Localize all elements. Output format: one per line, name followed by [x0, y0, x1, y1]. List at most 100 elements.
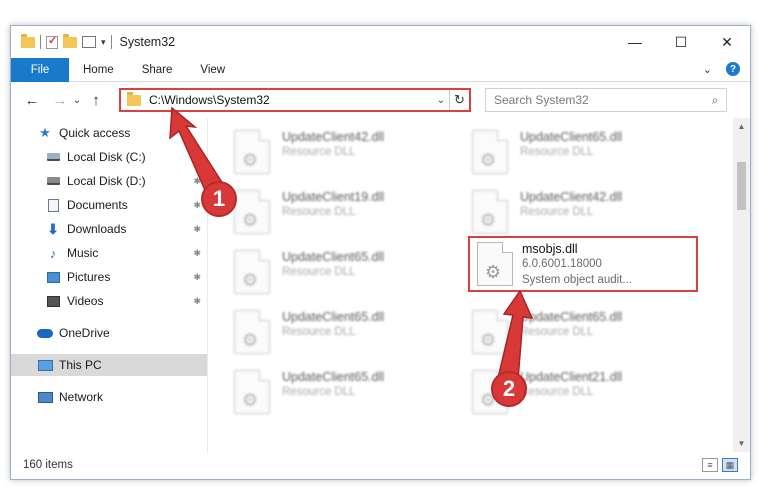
- pin-icon[interactable]: ✱: [193, 248, 201, 259]
- file-name: UpdateClient42.dll: [282, 130, 385, 144]
- pin-icon[interactable]: ✱: [193, 272, 201, 283]
- sidebar-item-downloads[interactable]: ⬇ Downloads ✱: [11, 218, 207, 240]
- cloud-icon: [37, 326, 53, 340]
- dll-file-icon: ⚙: [234, 370, 270, 414]
- pin-icon[interactable]: ✱: [193, 152, 201, 163]
- sidebar-item-label: Local Disk (C:): [67, 150, 146, 164]
- address-path[interactable]: C:\Windows\System32: [149, 93, 433, 107]
- sidebar-item-label: Local Disk (D:): [67, 174, 146, 188]
- item-count: 160 items: [23, 459, 73, 471]
- pin-icon[interactable]: ✱: [193, 224, 201, 235]
- forward-button[interactable]: →: [49, 89, 71, 111]
- file-tile[interactable]: ⚙ UpdateClient65.dll Resource DLL: [208, 244, 438, 300]
- expand-ribbon-chevron-icon[interactable]: ⌄: [703, 63, 712, 76]
- maximize-button[interactable]: ☐: [658, 26, 704, 58]
- address-dropdown-chevron-icon[interactable]: ⌄: [433, 95, 449, 106]
- window-title: System32: [119, 35, 176, 49]
- minimize-button[interactable]: —: [612, 26, 658, 58]
- sidebar-item-pictures[interactable]: Pictures ✱: [11, 266, 207, 288]
- tab-view[interactable]: View: [186, 64, 239, 76]
- up-button[interactable]: ↑: [85, 89, 107, 111]
- help-icon[interactable]: ?: [726, 62, 740, 76]
- file-name: UpdateClient65.dll: [282, 250, 385, 264]
- file-type: Resource DLL: [282, 266, 356, 278]
- sidebar-item-documents[interactable]: Documents ✱: [11, 194, 207, 216]
- file-name: UpdateClient65.dll: [520, 130, 623, 144]
- folder-icon: [127, 91, 141, 106]
- sidebar-item-label: Quick access: [59, 126, 131, 140]
- pin-icon[interactable]: ✱: [193, 176, 201, 187]
- sidebar-item-videos[interactable]: Videos ✱: [11, 290, 207, 312]
- address-bar[interactable]: C:\Windows\System32 ⌄ ↻: [119, 88, 471, 112]
- file-tile[interactable]: ⚙ UpdateClient65.dll Resource DLL: [208, 304, 438, 360]
- close-button[interactable]: ✕: [704, 26, 750, 58]
- file-name: UpdateClient65.dll: [282, 310, 385, 324]
- pin-icon[interactable]: ✱: [193, 200, 201, 211]
- file-version: 6.0.6001.18000: [522, 258, 602, 270]
- sidebar-item-music[interactable]: ♪ Music ✱: [11, 242, 207, 264]
- dll-file-icon: ⚙: [472, 190, 508, 234]
- music-icon: ♪: [49, 245, 57, 261]
- drive-icon: [45, 150, 61, 164]
- sidebar-item-label: Music: [67, 246, 99, 260]
- file-name: UpdateClient21.dll: [520, 370, 623, 384]
- step-1-badge: 1: [201, 181, 237, 217]
- file-tile[interactable]: ⚙ UpdateClient21.dll Resource DLL: [446, 364, 676, 420]
- tab-home[interactable]: Home: [69, 64, 128, 76]
- new-folder-icon[interactable]: [63, 33, 77, 48]
- back-button[interactable]: ←: [21, 89, 43, 111]
- refresh-button[interactable]: ↻: [449, 90, 469, 110]
- tiles-view-icon[interactable]: ▦: [722, 458, 738, 472]
- step-2-badge: 2: [491, 371, 527, 407]
- search-input[interactable]: Search System32: [494, 93, 704, 107]
- tab-share[interactable]: Share: [128, 64, 187, 76]
- file-name: UpdateClient19.dll: [282, 190, 385, 204]
- divider: [40, 35, 41, 49]
- dll-file-icon: ⚙: [234, 190, 270, 234]
- sidebar-item-onedrive[interactable]: OneDrive: [11, 322, 207, 344]
- folder-icon: [21, 33, 35, 48]
- file-tile[interactable]: ⚙ UpdateClient19.dll Resource DLL: [208, 184, 438, 240]
- file-tile[interactable]: ⚙ UpdateClient65.dll Resource DLL: [446, 304, 676, 360]
- dll-file-icon: ⚙: [472, 130, 508, 174]
- file-explorer-window: ▾ System32 — ☐ ✕ File Home Share View ⌄ …: [10, 25, 751, 480]
- search-box[interactable]: Search System32 ⌕: [485, 88, 727, 112]
- rename-icon[interactable]: [82, 36, 96, 48]
- recent-locations-chevron-icon[interactable]: ⌄: [71, 89, 83, 111]
- sidebar-item-this-pc[interactable]: This PC: [11, 354, 207, 376]
- sidebar-item-network[interactable]: Network: [11, 386, 207, 408]
- vertical-scrollbar[interactable]: ▲ ▼: [733, 118, 750, 452]
- file-type: Resource DLL: [282, 326, 356, 338]
- dll-file-icon: ⚙: [234, 250, 270, 294]
- file-name: UpdateClient65.dll: [282, 370, 385, 384]
- ribbon-tabs: File Home Share View ⌄ ?: [11, 57, 750, 82]
- file-tile[interactable]: ⚙ UpdateClient42.dll Resource DLL: [208, 124, 438, 180]
- properties-check-icon[interactable]: [46, 34, 58, 49]
- file-type: Resource DLL: [282, 206, 356, 218]
- file-tile-msobjs[interactable]: ⚙ msobjs.dll 6.0.6001.18000 System objec…: [468, 236, 698, 292]
- sidebar-item-quick-access[interactable]: ★ Quick access: [11, 122, 207, 144]
- sidebar-item-label: Videos: [67, 294, 104, 308]
- scroll-down-arrow-icon[interactable]: ▼: [733, 435, 750, 452]
- scroll-up-arrow-icon[interactable]: ▲: [733, 118, 750, 135]
- file-tile[interactable]: ⚙ UpdateClient42.dll Resource DLL: [446, 184, 676, 240]
- search-icon[interactable]: ⌕: [704, 93, 726, 108]
- file-tile[interactable]: ⚙ UpdateClient65.dll Resource DLL: [208, 364, 438, 420]
- file-name: UpdateClient65.dll: [520, 310, 623, 324]
- sidebar-item-label: This PC: [59, 358, 102, 372]
- sidebar-item-local-disk-c[interactable]: Local Disk (C:) ✱: [11, 146, 207, 168]
- dll-file-icon: ⚙: [234, 310, 270, 354]
- ribbon-right-controls: ⌄ ?: [703, 62, 740, 76]
- file-type: Resource DLL: [520, 146, 594, 158]
- quick-access-toolbar: ▾: [11, 33, 112, 49]
- star-icon: ★: [39, 125, 51, 140]
- file-tile[interactable]: ⚙ UpdateClient65.dll Resource DLL: [446, 124, 676, 180]
- details-view-icon[interactable]: ≡: [702, 458, 718, 472]
- tab-file[interactable]: File: [11, 57, 69, 82]
- scrollbar-thumb[interactable]: [737, 162, 746, 210]
- file-type: Resource DLL: [520, 206, 594, 218]
- customize-toolbar-chevron-icon[interactable]: ▾: [101, 37, 106, 48]
- sidebar-item-local-disk-d[interactable]: Local Disk (D:) ✱: [11, 170, 207, 192]
- pin-icon[interactable]: ✱: [193, 296, 201, 307]
- divider: [110, 35, 112, 49]
